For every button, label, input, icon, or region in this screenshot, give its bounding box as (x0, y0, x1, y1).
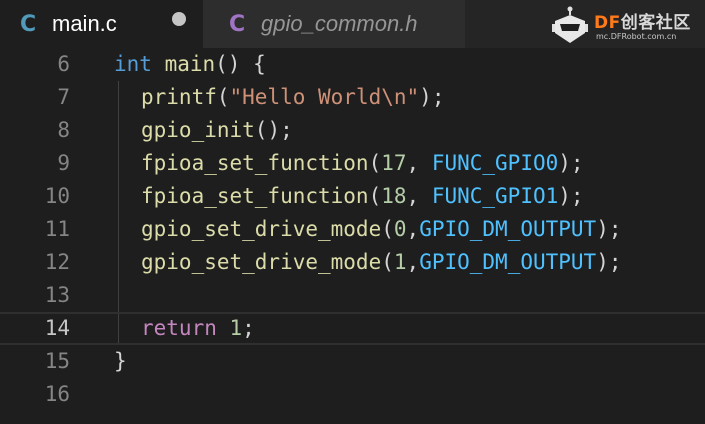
code-text: return 1; (141, 316, 255, 340)
line-number: 6 (57, 52, 70, 76)
tab-gpio-common-h[interactable]: C gpio_common.h (203, 0, 465, 48)
code-text: fpioa_set_function(17, FUNC_GPIO0); (141, 151, 584, 175)
code-line[interactable]: 11 gpio_set_drive_mode(0,GPIO_DM_OUTPUT)… (0, 213, 705, 246)
code-line[interactable]: 10 fpioa_set_function(18, FUNC_GPIO1); (0, 180, 705, 213)
code-text: gpio_set_drive_mode(1,GPIO_DM_OUTPUT); (141, 250, 622, 274)
tab-bar: C main.c C gpio_common.h DF创客社区 mc.DFRob… (0, 0, 705, 48)
line-number: 13 (44, 283, 70, 307)
line-number: 16 (44, 382, 70, 406)
code-text: gpio_set_drive_mode(0,GPIO_DM_OUTPUT); (141, 217, 622, 241)
code-line[interactable]: 9 fpioa_set_function(17, FUNC_GPIO0); (0, 147, 705, 180)
code-text: fpioa_set_function(18, FUNC_GPIO1); (141, 184, 584, 208)
line-number: 9 (57, 151, 70, 175)
logo-brand: DF创客社区 (594, 13, 691, 33)
code-text: } (114, 349, 127, 373)
tab-label: main.c (52, 11, 117, 36)
code-editor-window: C main.c C gpio_common.h DF创客社区 mc.DFRob… (0, 0, 705, 424)
code-line[interactable]: 15 } (0, 345, 705, 378)
robot-logo-icon (552, 6, 588, 43)
tab-label: gpio_common.h (261, 11, 418, 36)
line-number: 11 (44, 217, 70, 241)
line-number: 7 (57, 85, 70, 109)
code-text: int main() { (114, 52, 266, 76)
line-number: 14 (44, 316, 70, 340)
logo-url: mc.DFRobot.com.cn (596, 32, 677, 41)
c-header-file-icon: C (229, 11, 246, 37)
c-file-icon: C (20, 11, 37, 37)
code-line[interactable]: 7 printf("Hello World\n"); (0, 81, 705, 114)
code-line[interactable]: 8 gpio_init(); (0, 114, 705, 147)
code-text: printf("Hello World\n"); (141, 85, 445, 109)
code-line-current[interactable]: 14 return 1; (0, 312, 705, 345)
dfrobot-logo: DF创客社区 mc.DFRobot.com.cn (552, 2, 702, 46)
tab-main-c[interactable]: C main.c (0, 0, 203, 48)
line-number: 8 (57, 118, 70, 142)
unsaved-dot-icon[interactable] (172, 12, 186, 26)
code-text: gpio_init(); (141, 118, 293, 142)
code-line[interactable]: 12 gpio_set_drive_mode(1,GPIO_DM_OUTPUT)… (0, 246, 705, 279)
code-line[interactable]: 6 int main() { (0, 48, 705, 81)
code-line[interactable]: 13 (0, 279, 705, 312)
line-number: 15 (44, 349, 70, 373)
code-line[interactable]: 16 (0, 378, 705, 411)
code-editor[interactable]: 6 int main() { 7 printf("Hello World\n")… (0, 48, 705, 424)
line-number: 10 (44, 184, 70, 208)
line-number: 12 (44, 250, 70, 274)
